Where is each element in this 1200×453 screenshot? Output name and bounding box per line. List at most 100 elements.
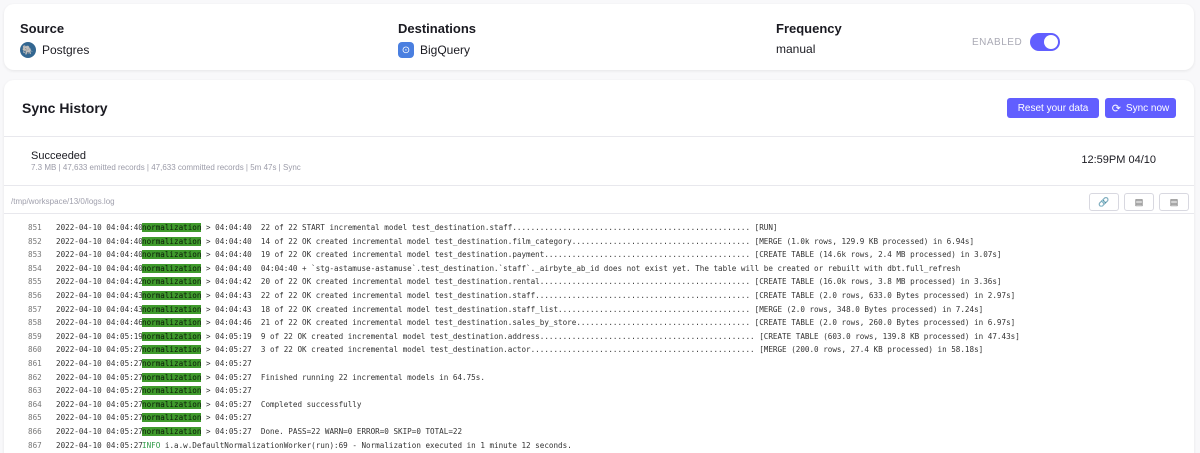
log-timestamp: 2022-04-10 04:05:27 <box>56 413 143 423</box>
log-line-number: 865 <box>28 413 42 423</box>
log-text: > 04:04:43 22 of 22 OK created increment… <box>201 291 1016 300</box>
log-timestamp: 2022-04-10 04:05:27 <box>56 427 143 436</box>
refresh-icon: ⟳ <box>1111 102 1121 115</box>
sync-now-label: Sync now <box>1125 102 1170 114</box>
log-line: 853 2022-04-10 04:04:40 normalization > 04… <box>4 248 1194 261</box>
destination-title: Destinations <box>398 21 477 36</box>
log-message: normalization > 04:04:40 14 of 22 OK cre… <box>142 235 974 248</box>
log-line: 851 2022-04-10 04:04:40 normalization > 04… <box>4 221 1194 234</box>
sync-history-title: Sync History <box>22 100 108 116</box>
log-line: 859 2022-04-10 04:05:19 normalization > 04… <box>4 330 1194 343</box>
log-level-tag: normalization <box>142 304 202 314</box>
log-line-number: 859 <box>28 331 42 341</box>
attempt-status: Succeeded <box>31 150 87 162</box>
log-line: 866 2022-04-10 04:05:27 normalization > 04… <box>4 425 1194 438</box>
log-line-number: 864 <box>28 399 42 409</box>
log-timestamp: 2022-04-10 04:04:43 <box>56 291 143 300</box>
log-level-tag: normalization <box>142 250 202 260</box>
frequency-column: Frequency manual <box>776 21 842 56</box>
log-level-tag: normalization <box>142 236 202 246</box>
log-line-number: 855 <box>28 277 42 287</box>
copy-link-button[interactable]: 🔗 <box>1089 193 1119 211</box>
log-line-number: 853 <box>28 250 42 260</box>
enabled-toggle[interactable] <box>1030 33 1061 51</box>
bigquery-icon: ⊙ <box>398 42 414 58</box>
enabled-label: ENABLED <box>972 36 1023 48</box>
log-line-number: 866 <box>28 427 42 436</box>
destination-value[interactable]: ⊙ BigQuery <box>398 42 476 58</box>
log-level-tag: normalization <box>142 331 202 341</box>
link-icon: 🔗 <box>1098 196 1110 207</box>
reset-data-button[interactable]: Reset your data <box>1007 98 1099 118</box>
log-text: > 04:05:27 Done. PASS=22 WARN=0 ERROR=0 … <box>201 427 463 436</box>
log-level-tag: normalization <box>142 359 202 368</box>
divider <box>4 213 1194 214</box>
log-timestamp: 2022-04-10 04:05:27 <box>56 386 143 396</box>
sync-now-button[interactable]: ⟳ Sync now <box>1105 98 1176 118</box>
log-timestamp: 2022-04-10 04:04:46 <box>56 318 143 328</box>
log-line: 860 2022-04-10 04:05:27 normalization > 04… <box>4 343 1194 356</box>
log-text: > 04:04:40 19 of 22 OK created increment… <box>201 250 1002 260</box>
log-line: 867 2022-04-10 04:05:27 INFO i.a.w.Default… <box>4 439 1194 452</box>
log-line: 857 2022-04-10 04:04:43 normalization > 04… <box>4 303 1194 316</box>
log-level-tag: normalization <box>142 277 202 287</box>
sync-history-card: Sync History Reset your data ⟳ Sync now … <box>4 80 1194 453</box>
log-message: normalization > 04:05:27 <box>142 357 252 370</box>
log-message: normalization > 04:04:46 21 of 22 OK cre… <box>142 316 1015 329</box>
log-viewer[interactable]: 851 2022-04-10 04:04:40 normalization > 04… <box>4 215 1194 453</box>
log-message: normalization > 04:04:40 19 of 22 OK cre… <box>142 248 1002 261</box>
attempt-meta: 7.3 MB | 47,633 emitted records | 47,633… <box>31 163 301 172</box>
log-line: 855 2022-04-10 04:04:42 normalization > 04… <box>4 275 1194 288</box>
log-timestamp: 2022-04-10 04:04:40 <box>56 250 143 260</box>
log-timestamp: 2022-04-10 04:05:27 <box>56 345 143 355</box>
connection-summary-card: Source 🐘 Postgres Destinations ⊙ BigQuer… <box>4 4 1194 70</box>
log-message: normalization > 04:04:40 22 of 22 START … <box>142 221 778 234</box>
divider <box>4 185 1194 186</box>
log-line: 856 2022-04-10 04:04:43 normalization > 04… <box>4 289 1194 302</box>
log-level-tag: normalization <box>142 263 202 273</box>
log-level-tag: normalization <box>142 291 202 300</box>
log-line: 852 2022-04-10 04:04:40 normalization > 04… <box>4 235 1194 248</box>
log-line: 864 2022-04-10 04:05:27 normalization > 04… <box>4 398 1194 411</box>
log-message: normalization > 04:05:27 3 of 22 OK crea… <box>142 343 983 356</box>
source-value[interactable]: 🐘 Postgres <box>20 42 89 58</box>
log-timestamp: 2022-04-10 04:04:42 <box>56 277 143 287</box>
log-text: > 04:04:40 04:04:40 + `stg-astamuse-asta… <box>201 263 961 273</box>
log-line: 858 2022-04-10 04:04:46 normalization > 04… <box>4 316 1194 329</box>
log-level-tag: normalization <box>142 372 202 382</box>
log-line: 863 2022-04-10 04:05:27 normalization > 04… <box>4 384 1194 397</box>
source-column: Source 🐘 Postgres <box>20 21 89 58</box>
log-message: normalization > 04:05:19 9 of 22 OK crea… <box>142 330 1020 343</box>
log-timestamp: 2022-04-10 04:05:27 <box>56 399 143 409</box>
frequency-value: manual <box>776 42 816 56</box>
sync-attempt-row[interactable]: Succeeded 7.3 MB | 47,633 emitted record… <box>4 136 1194 185</box>
log-message: normalization > 04:05:27 Completed succe… <box>142 398 361 411</box>
log-timestamp: 2022-04-10 04:05:19 <box>56 331 143 341</box>
view-file-button[interactable]: ▤ <box>1159 193 1189 211</box>
source-title: Source <box>20 21 65 36</box>
log-line-number: 867 <box>28 440 42 450</box>
log-line-number: 854 <box>28 263 42 273</box>
log-line-number: 861 <box>28 359 42 368</box>
log-timestamp: 2022-04-10 04:05:27 <box>56 440 143 450</box>
attempt-time: 12:59PM 04/10 <box>1081 154 1156 166</box>
log-level-tag: normalization <box>142 427 202 436</box>
log-message: normalization > 04:04:43 22 of 22 OK cre… <box>142 289 1015 302</box>
log-text: > 04:05:19 9 of 22 OK created incrementa… <box>201 331 1020 341</box>
frequency-title: Frequency <box>776 21 842 36</box>
log-message: normalization > 04:05:27 Done. PASS=22 W… <box>142 425 462 438</box>
log-level-tag: normalization <box>142 318 202 328</box>
log-level-tag: normalization <box>142 399 202 409</box>
log-line: 854 2022-04-10 04:04:40 normalization > 04… <box>4 262 1194 275</box>
log-line-number: 863 <box>28 386 42 396</box>
log-text: > 04:04:43 18 of 22 OK created increment… <box>201 304 984 314</box>
log-path: /tmp/workspace/13/0/logs.log <box>11 197 115 206</box>
log-message: normalization > 04:04:42 20 of 22 OK cre… <box>142 275 1002 288</box>
download-logs-button[interactable]: ▤ <box>1124 193 1154 211</box>
toggle-knob <box>1044 35 1059 49</box>
log-text: > 04:04:40 14 of 22 OK created increment… <box>201 236 975 246</box>
log-message: normalization > 04:05:27 Finished runnin… <box>142 371 485 384</box>
log-timestamp: 2022-04-10 04:04:40 <box>56 263 143 273</box>
log-line-number: 851 <box>28 223 42 232</box>
log-text: > 04:04:40 22 of 22 START incremental mo… <box>201 223 778 232</box>
